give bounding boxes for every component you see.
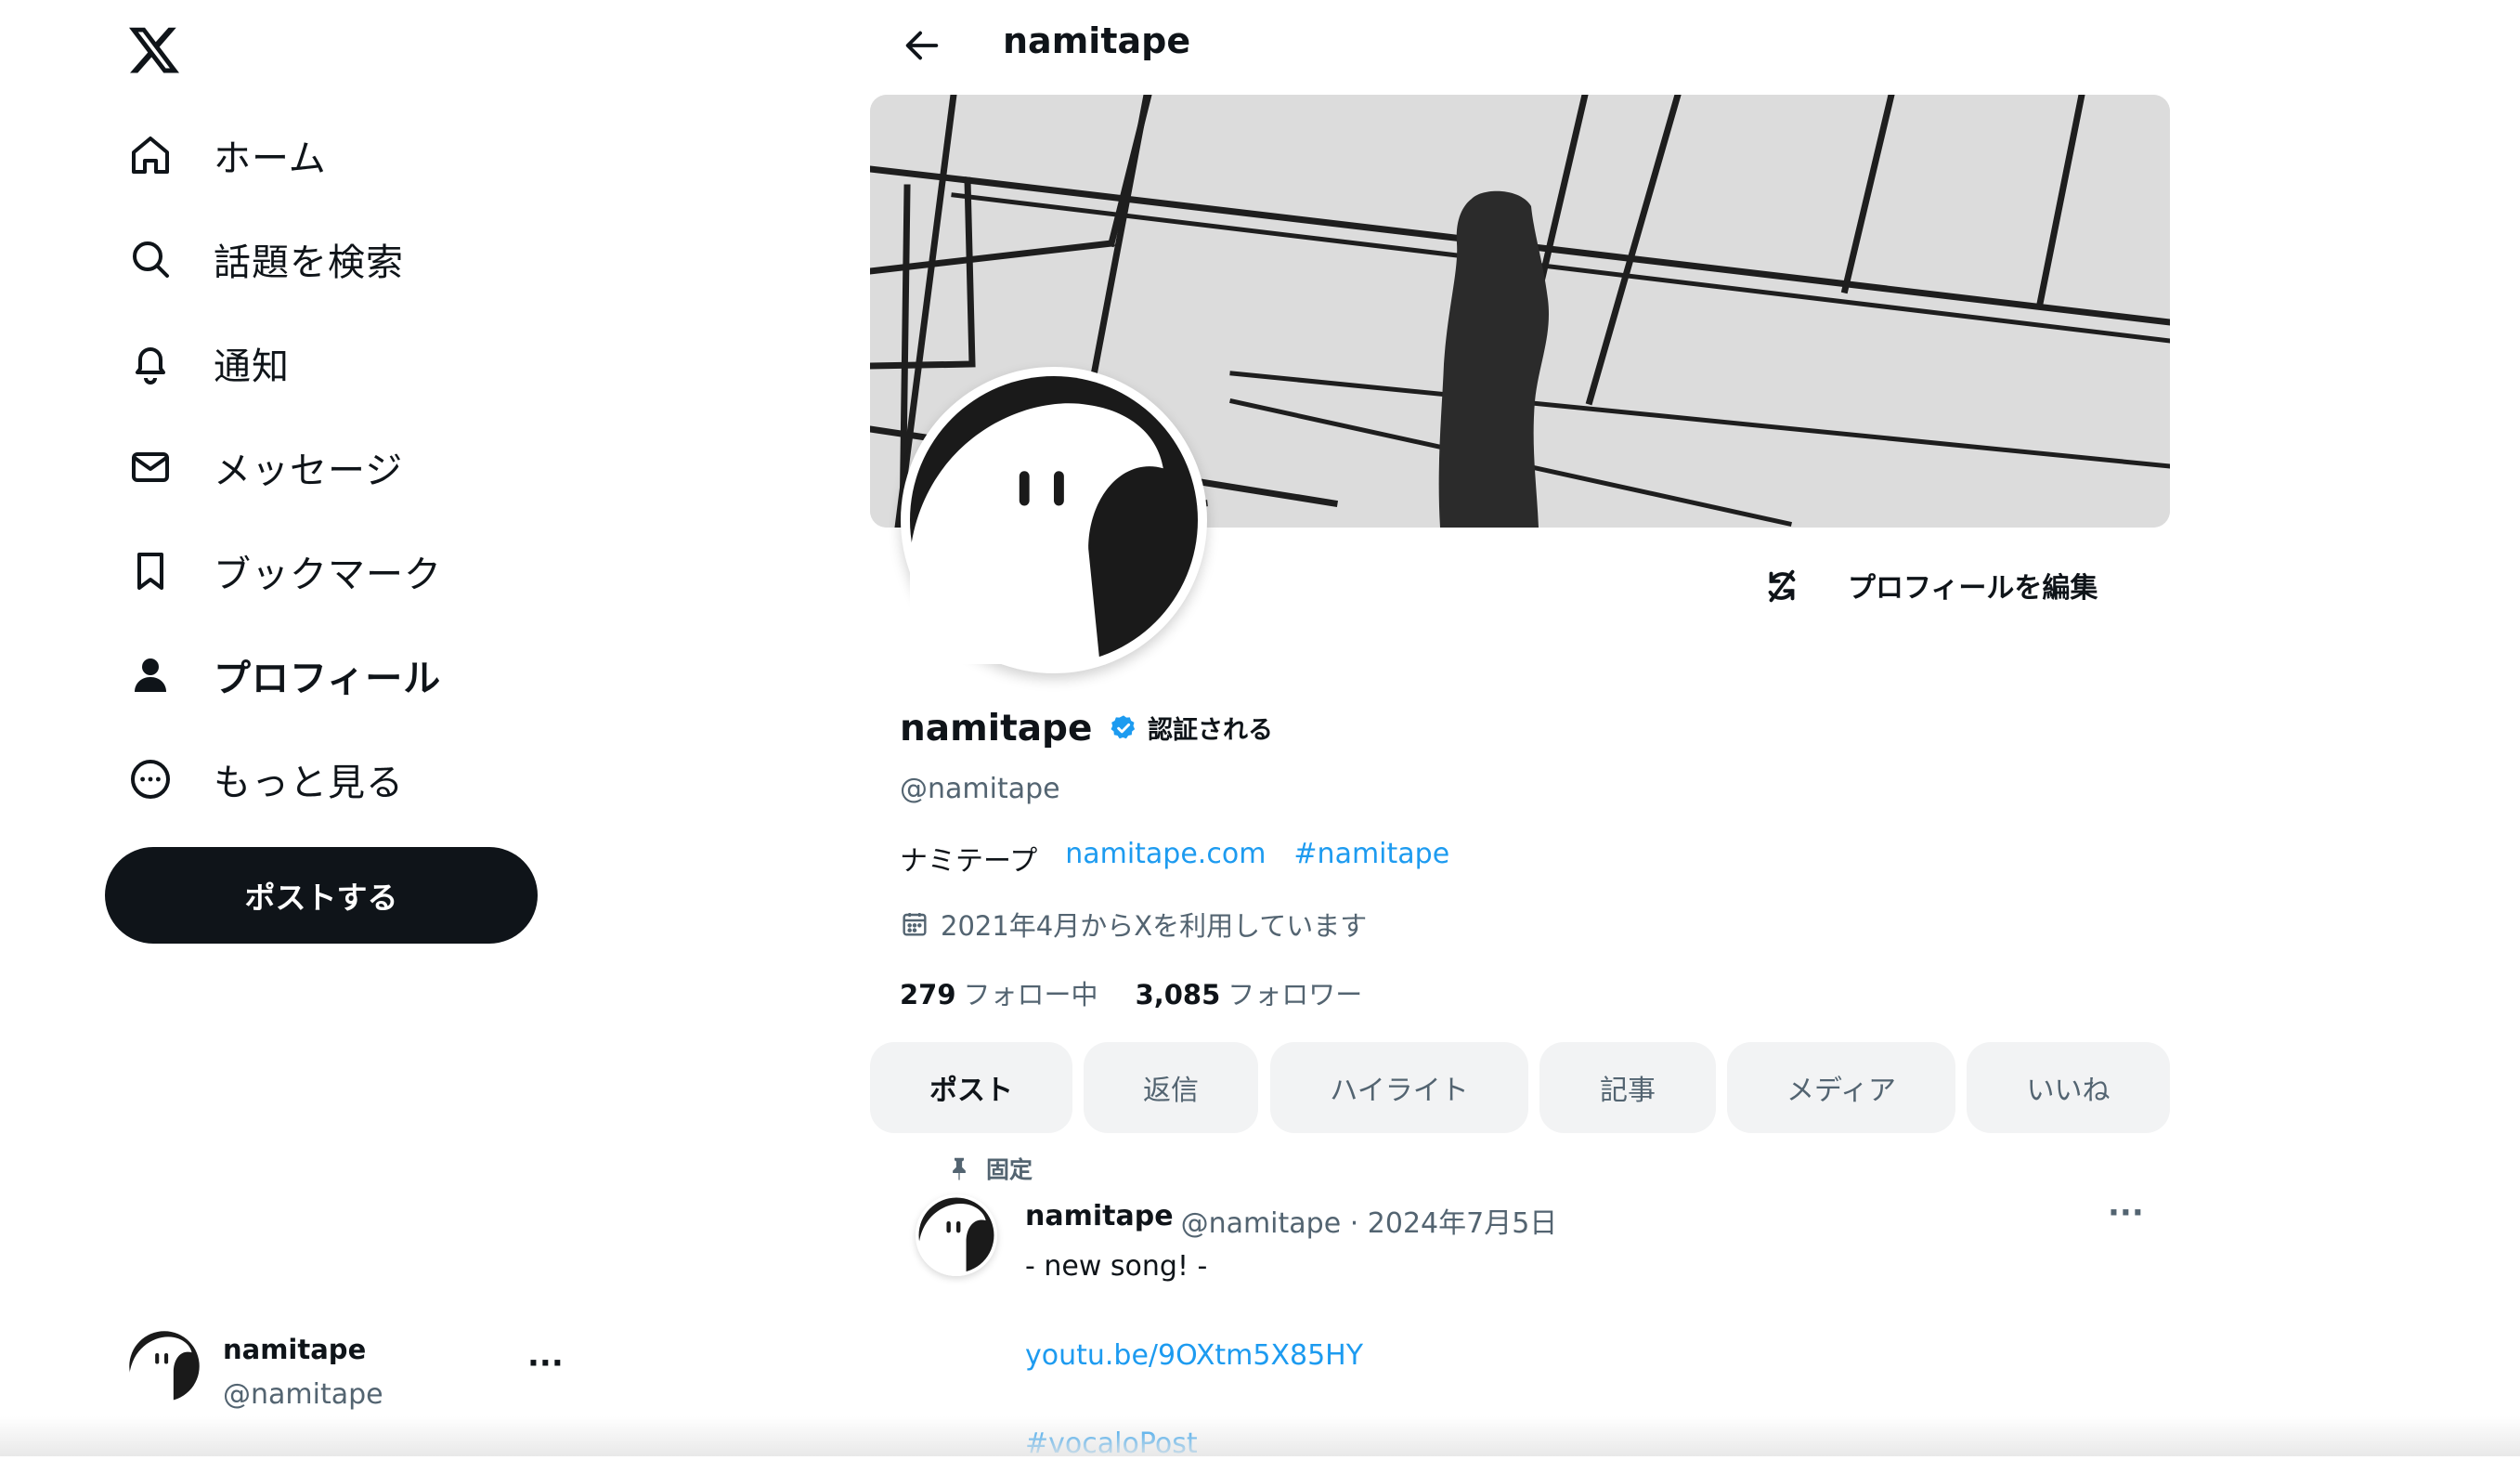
more-circle-icon	[126, 755, 175, 803]
followers-count: 3,085	[1135, 979, 1221, 1010]
edit-profile-button[interactable]: プロフィールを編集	[1848, 557, 2098, 613]
nav-explore[interactable]: 話題を検索	[126, 222, 404, 296]
pin-icon	[953, 1157, 966, 1180]
profile-avatar[interactable]	[901, 367, 1207, 673]
bio-link[interactable]: namitape.com	[1065, 838, 1266, 879]
tab-replies[interactable]: 返信	[1084, 1042, 1258, 1133]
following-label: フォロー中	[963, 979, 1098, 1010]
following-link[interactable]: 279 フォロー中	[900, 973, 1098, 1012]
bookmark-icon	[126, 547, 175, 595]
post-meta[interactable]: @namitape · 2024年7月5日	[1181, 1200, 1558, 1241]
join-date-text: 2021年4月からXを利用しています	[941, 910, 1368, 942]
following-count: 279	[900, 979, 956, 1010]
followers-link[interactable]: 3,085 フォロワー	[1136, 973, 1363, 1012]
sync-icon[interactable]	[1760, 565, 1803, 607]
profile-bio: ナミテープ namitape.com #namitape	[900, 838, 1449, 879]
profile-name: namitape	[900, 708, 1093, 750]
bio-text: ナミテープ	[900, 845, 1038, 878]
account-more-icon[interactable]: ···	[527, 1345, 564, 1382]
nav-label: ブックマーク	[214, 554, 442, 596]
nav-messages[interactable]: メッセージ	[126, 430, 403, 504]
home-icon	[126, 131, 175, 179]
join-date: 2021年4月からXを利用しています	[900, 905, 1367, 944]
avatar	[126, 1328, 202, 1404]
calendar-icon	[903, 913, 927, 936]
account-name: namitape	[223, 1334, 367, 1365]
person-icon	[126, 651, 175, 699]
nav-notifications[interactable]: 通知	[126, 326, 290, 400]
nav-bookmarks[interactable]: ブックマーク	[126, 534, 442, 608]
pinned-label: 固定	[986, 1156, 1033, 1183]
account-handle: @namitape	[223, 1378, 383, 1411]
page-title: namitape	[1003, 20, 1191, 61]
nav-label: 話題を検索	[214, 241, 404, 284]
nav-label: もっと見る	[214, 762, 404, 804]
verified-label: 認証される	[1148, 716, 1273, 745]
profile-handle: @namitape	[900, 773, 1060, 805]
account-switcher[interactable]: namitape @namitape ···	[126, 1328, 572, 1421]
back-arrow-icon[interactable]	[901, 24, 943, 67]
tab-articles[interactable]: 記事	[1539, 1042, 1716, 1133]
post-link[interactable]: youtu.be/9OXtm5X85HY	[1025, 1339, 1363, 1372]
follow-stats: 279 フォロー中 3,085 フォロワー	[900, 973, 1362, 1012]
tab-posts[interactable]: ポスト	[870, 1042, 1072, 1133]
bell-icon	[126, 339, 175, 387]
post-header: namitape @namitape · 2024年7月5日	[1025, 1200, 1557, 1241]
envelope-icon	[126, 443, 175, 491]
tab-likes[interactable]: いいね	[1967, 1042, 2170, 1133]
pinned-indicator: 固定	[945, 1152, 1033, 1185]
nav-label: プロフィール	[214, 658, 442, 700]
post-author-avatar[interactable]	[916, 1194, 997, 1276]
post-button[interactable]: ポストする	[105, 847, 538, 944]
bottom-fade	[0, 1416, 2520, 1456]
nav-profile[interactable]: プロフィール	[126, 638, 441, 712]
post-author-name[interactable]: namitape	[1025, 1200, 1174, 1241]
x-logo-icon[interactable]	[126, 22, 182, 78]
nav-label: 通知	[214, 345, 290, 388]
post-hashtag[interactable]: #vocaloPost	[1025, 1427, 1198, 1460]
bio-hashtag[interactable]: #namitape	[1293, 838, 1449, 879]
verified-check-icon	[1111, 714, 1136, 738]
search-icon	[126, 235, 175, 283]
nav-label: メッセージ	[214, 450, 404, 492]
tab-media[interactable]: メディア	[1727, 1042, 1955, 1133]
post-text: - new song! -	[1025, 1250, 1208, 1283]
nav-more[interactable]: もっと見る	[126, 742, 404, 816]
verified-badge[interactable]: 認証される	[1109, 710, 1273, 746]
nav-label: ホーム	[214, 137, 327, 180]
post-more-icon[interactable]: ···	[2108, 1194, 2144, 1232]
tab-highlights[interactable]: ハイライト	[1270, 1042, 1528, 1133]
followers-label: フォロワー	[1228, 979, 1363, 1010]
nav-home[interactable]: ホーム	[126, 118, 327, 192]
